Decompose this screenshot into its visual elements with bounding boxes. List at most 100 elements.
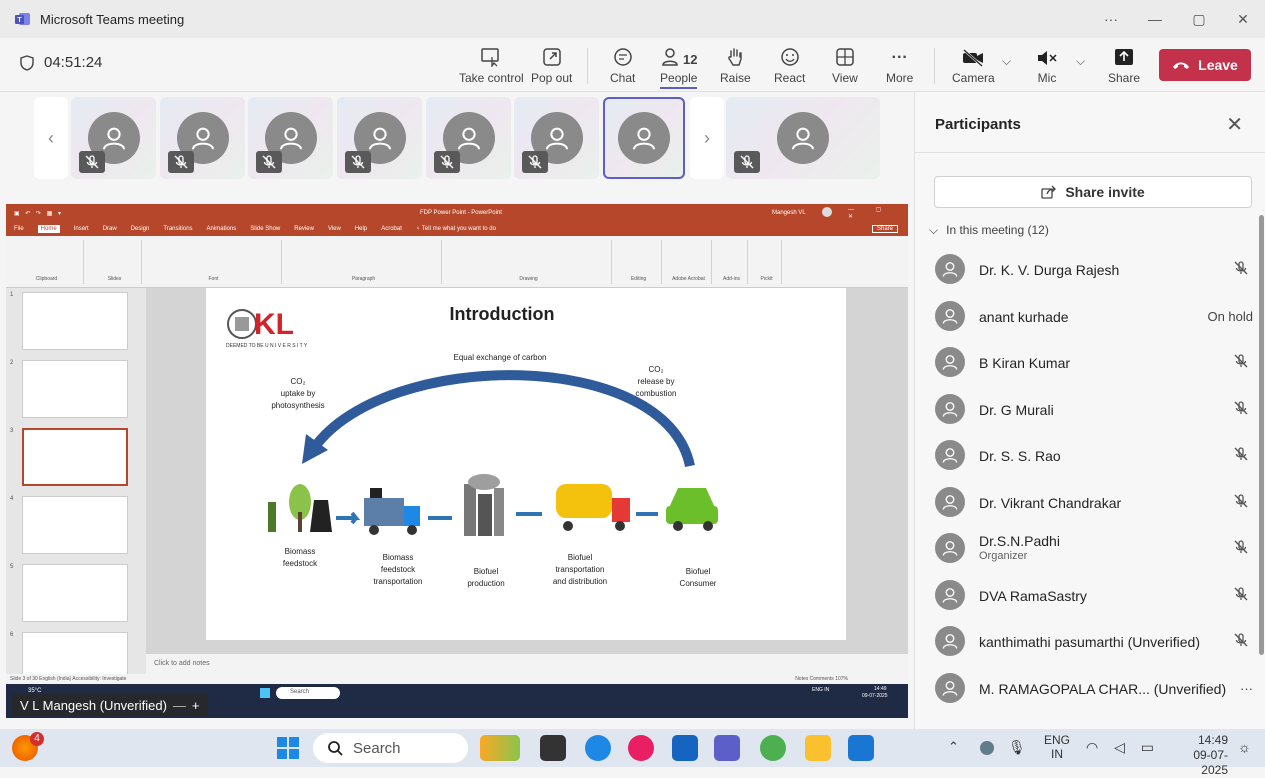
start-icon[interactable] (275, 735, 301, 761)
camera-chevron-icon[interactable]: ⌵ (1002, 54, 1011, 69)
share-button[interactable]: Share (1108, 43, 1140, 85)
avatar (935, 393, 965, 424)
smiley-icon (780, 48, 799, 66)
ppt-tab[interactable]: Animations (207, 226, 237, 232)
leave-button[interactable]: Leave (1159, 49, 1251, 81)
copilot-icon[interactable] (628, 735, 654, 761)
in-meeting-section[interactable]: ⌵ In this meeting (12) (929, 223, 1049, 238)
ppt-tab[interactable]: View (328, 226, 341, 232)
slide-thumbnail[interactable] (22, 428, 128, 486)
muted-badge (256, 151, 282, 173)
participant-row[interactable]: Dr. S. S. Rao (935, 436, 1253, 476)
taskbar-search[interactable]: Search (313, 733, 468, 763)
participant-video-tile[interactable] (514, 97, 599, 179)
participant-video-tile[interactable] (337, 97, 422, 179)
ppt-tab[interactable]: Transitions (163, 226, 192, 232)
notifications-icon[interactable]: ☼ (1238, 739, 1251, 755)
participant-name: Dr. Vikrant Chandrakar (979, 494, 1122, 511)
teams-taskbar-icon[interactable] (714, 735, 740, 761)
mic-off-icon (1234, 354, 1248, 368)
muted-badge (522, 151, 548, 173)
file-explorer-icon[interactable] (805, 735, 831, 761)
avatar (935, 486, 965, 517)
mic-off-icon (1234, 447, 1248, 461)
react-button[interactable]: React (774, 43, 805, 85)
mic-off-status (1233, 586, 1249, 602)
tray-chevron-icon[interactable]: ⌃ (948, 739, 959, 755)
bing-chat-icon[interactable] (480, 735, 520, 761)
ppt-tab[interactable]: Insert (74, 226, 89, 232)
ppt-tab[interactable]: Slide Show (250, 226, 280, 232)
person-icon (792, 127, 814, 150)
ppt-tab[interactable]: Acrobat (381, 226, 402, 232)
window-title: Microsoft Teams meeting (40, 11, 185, 27)
raise-hand-button[interactable]: Raise (720, 43, 751, 85)
slide-thumbnail[interactable] (22, 496, 128, 554)
store-icon[interactable] (672, 735, 698, 761)
maximize-button[interactable]: ▢ (1177, 0, 1221, 38)
ppt-tab[interactable]: Help (355, 226, 367, 232)
close-window-button[interactable]: ✕ (1221, 0, 1265, 38)
people-button[interactable]: 12 People (660, 43, 698, 89)
more-options-button[interactable]: ··· (1089, 0, 1133, 38)
close-panel-icon[interactable]: ✕ (1226, 112, 1243, 137)
mic-chevron-icon[interactable]: ⌵ (1076, 54, 1085, 69)
minimize-button[interactable]: — (1133, 0, 1177, 38)
participant-video-tile[interactable] (603, 97, 685, 179)
language-indicator[interactable]: ENG IN (1044, 733, 1070, 761)
dell-icon[interactable] (848, 735, 874, 761)
next-participants-button[interactable]: › (690, 97, 724, 179)
mic-button[interactable]: Mic (1036, 43, 1058, 85)
panel-scrollbar[interactable] (1259, 215, 1264, 655)
slide-number: 4 (10, 496, 14, 502)
pop-out-button[interactable]: Pop out (531, 43, 572, 85)
mic-muted-tray-icon[interactable]: 🎙 (1008, 739, 1026, 756)
participant-row[interactable]: Dr.S.N.Padhi Organizer (935, 529, 1253, 569)
participant-row[interactable]: Dr. K. V. Durga Rajesh (935, 250, 1253, 290)
camera-button[interactable]: Camera (952, 43, 995, 85)
ppt-avatar (822, 207, 832, 217)
participant-video-tile[interactable] (71, 97, 156, 179)
share-invite-button[interactable]: Share invite (934, 176, 1252, 208)
ppt-tab[interactable]: Home (37, 225, 60, 233)
plus-icon[interactable]: + (192, 698, 200, 713)
participant-row[interactable]: B Kiran Kumar (935, 343, 1253, 383)
participant-video-tile[interactable] (248, 97, 333, 179)
chat-button[interactable]: Chat (610, 43, 635, 85)
prev-participants-button[interactable]: ‹ (34, 97, 68, 179)
take-control-button[interactable]: Take control (459, 43, 524, 85)
participant-video-tile[interactable] (160, 97, 245, 179)
stage-label: and distribution (553, 577, 607, 586)
tell-me-box[interactable]: ♀ Tell me what you want to do (416, 226, 496, 232)
clock[interactable]: 14:49 09-07-2025 (1168, 733, 1228, 778)
slide-thumbnail[interactable] (22, 360, 128, 418)
participant-row[interactable]: Dr. Vikrant Chandrakar (935, 483, 1253, 523)
ppt-tab[interactable]: Draw (103, 226, 117, 232)
participant-row[interactable]: anant kurhade On hold (935, 297, 1253, 337)
participant-row[interactable]: M. RAMAGOPALA CHAR... (Unverified) ··· (935, 669, 1253, 709)
participants-title: Participants (935, 116, 1021, 133)
view-button[interactable]: View (832, 43, 858, 85)
chevron-down-icon: ⌵ (929, 223, 939, 237)
slide-thumbnail[interactable] (22, 292, 128, 350)
ppt-tab[interactable]: Review (294, 226, 314, 232)
ppt-share-button[interactable]: Share (871, 225, 898, 233)
participant-row[interactable]: kanthimathi pasumarthi (Unverified) (935, 622, 1253, 662)
participant-video-tile[interactable] (726, 97, 880, 179)
slide-thumbnail[interactable] (22, 564, 128, 622)
pop-out-icon (542, 48, 561, 66)
ppt-tab[interactable]: Design (131, 226, 150, 232)
more-button[interactable]: ··· More (886, 43, 913, 85)
chrome-icon[interactable] (760, 735, 786, 761)
ppt-tab[interactable]: File (14, 226, 24, 232)
edge-icon[interactable] (585, 735, 611, 761)
logo-text: KL (254, 308, 294, 341)
participant-row[interactable]: Dr. G Murali (935, 390, 1253, 430)
participant-video-tile[interactable] (426, 97, 511, 179)
onedrive-icon[interactable] (980, 741, 994, 755)
stage-label: Biomass (285, 547, 316, 556)
task-view-icon[interactable] (540, 735, 566, 761)
participant-row[interactable]: DVA RamaSastry (935, 576, 1253, 616)
network-volume-battery-icons[interactable]: ◠ ◁ ▭ (1086, 739, 1160, 756)
notes-pane[interactable]: Click to add notes (146, 654, 908, 674)
